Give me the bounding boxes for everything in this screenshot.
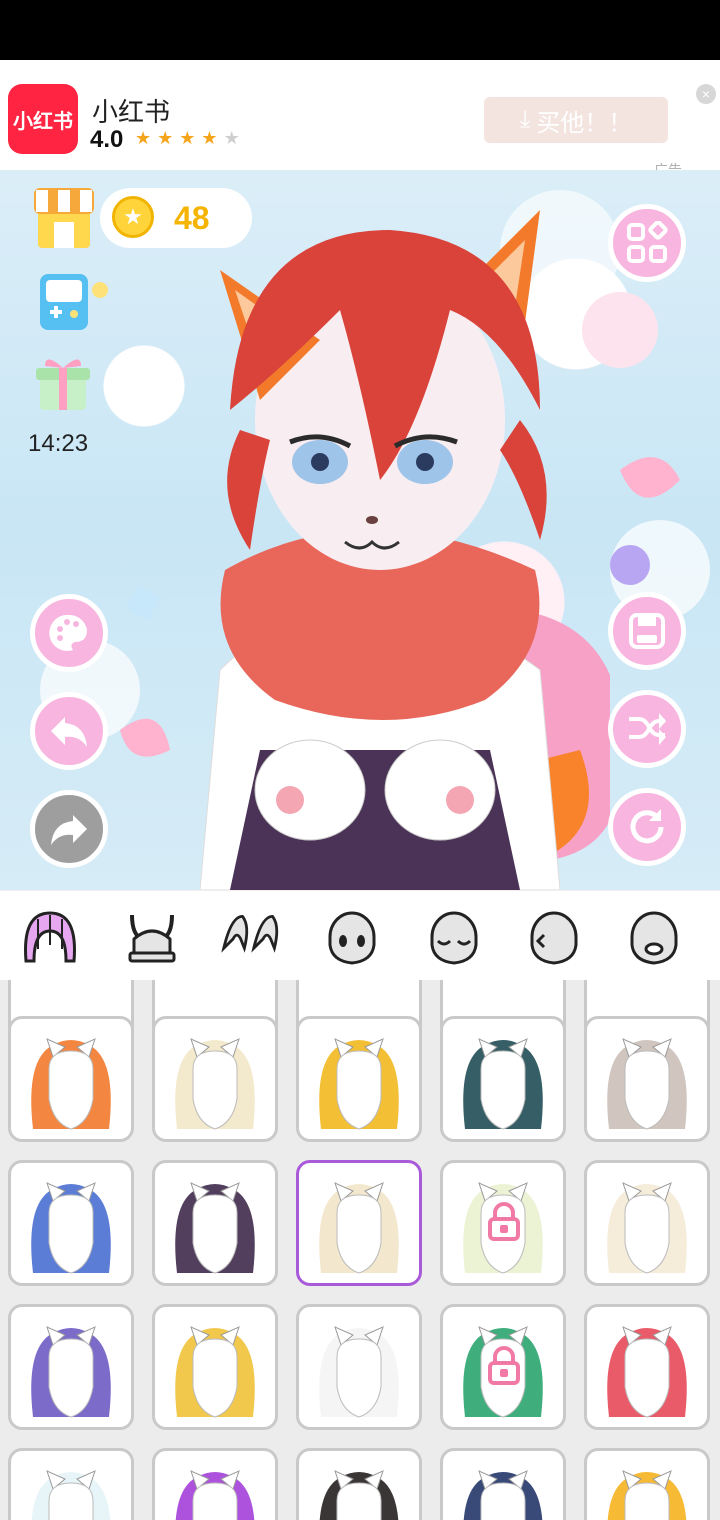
star-icon: ★ (135, 128, 158, 148)
status-bar (0, 0, 720, 60)
tab-face-icon[interactable] (322, 909, 382, 965)
download-icon: ⤓ (519, 106, 531, 133)
hair-item-hair-dark-purple[interactable] (152, 1160, 278, 1286)
category-tabs (0, 890, 720, 980)
hair-item-hair-golden-fringe[interactable] (584, 1448, 710, 1520)
shop-icon[interactable] (32, 184, 96, 250)
reset-button[interactable] (608, 788, 686, 866)
palette-icon (49, 614, 87, 651)
hair-preview-icon (175, 1182, 255, 1274)
ad-rating: 4.0 (90, 126, 124, 153)
grid-menu-icon (627, 221, 668, 263)
save-icon (629, 613, 665, 649)
ad-close-icon[interactable]: × (696, 84, 716, 104)
hair-item-hair-blonde-turban[interactable] (152, 1304, 278, 1430)
hair-preview-icon (463, 1470, 543, 1520)
undo-button[interactable] (30, 692, 108, 770)
star-icon: ★ (179, 128, 202, 148)
hair-preview-icon (31, 1326, 111, 1418)
hair-item-hair-purple-bun[interactable] (152, 1448, 278, 1520)
ad-app-name: 小红书 (92, 97, 171, 127)
reset-icon (630, 809, 664, 844)
hair-preview-icon (31, 1182, 111, 1274)
redo-icon (51, 815, 87, 845)
avatar-character (199, 210, 610, 890)
hair-preview-icon (607, 1182, 687, 1274)
hair-preview-icon (175, 1470, 255, 1520)
hair-preview-icon (175, 1326, 255, 1418)
tab-mouth-icon[interactable] (624, 909, 684, 965)
hair-item-hair-white-short[interactable] (296, 1304, 422, 1430)
game-console-icon[interactable] (38, 272, 110, 332)
hair-preview-icon (31, 1470, 111, 1520)
hair-item-hair-teal-tentacles[interactable] (440, 1016, 566, 1142)
hair-preview-icon (607, 1326, 687, 1418)
star-icon: ★ (223, 128, 246, 148)
hair-item-hair-blue-bandana[interactable] (8, 1160, 134, 1286)
avatar-stage: ★ 48 14:23 (0, 170, 720, 890)
star-icon: ★ (201, 128, 224, 148)
hair-item-hair-cream-messy[interactable] (296, 1160, 422, 1286)
hair-preview-icon (319, 1182, 399, 1274)
gift-timer: 14:23 (28, 430, 89, 457)
hair-item-hair-white-fluffy[interactable] (8, 1448, 134, 1520)
tab-ears-icon[interactable] (220, 909, 280, 965)
item-grid (0, 980, 720, 1520)
menu-button[interactable] (608, 204, 686, 282)
tab-horns-icon[interactable] (122, 909, 182, 965)
hair-item-hair-black-gold-headdress[interactable] (296, 1016, 422, 1142)
hair-preview-icon (175, 1038, 255, 1130)
save-button[interactable] (608, 592, 686, 670)
hair-item-hair-cream-curly[interactable] (584, 1160, 710, 1286)
redo-button[interactable] (30, 790, 108, 868)
hair-item-hair-black-bob[interactable] (296, 1448, 422, 1520)
hair-preview-icon (319, 1326, 399, 1418)
star-icon: ★ (157, 128, 180, 148)
ad-banner[interactable]: 小红书 小红书 4.0 ★★★★★ ⤓ 买他！！ × 广告 (0, 60, 720, 178)
ad-cta-button[interactable]: ⤓ 买他！！ (484, 97, 668, 143)
tab-hair-icon[interactable] (20, 909, 80, 965)
hair-item-hair-purple-spiky[interactable] (8, 1304, 134, 1430)
hair-preview-icon (319, 1038, 399, 1130)
hair-item-hair-mint-fluffy[interactable] (440, 1160, 566, 1286)
hair-item-hair-navy-spiky[interactable] (440, 1448, 566, 1520)
hair-preview-icon (463, 1038, 543, 1130)
lock-icon (488, 1346, 520, 1385)
hair-item-hair-orange-braids[interactable] (8, 1016, 134, 1142)
hair-preview-icon (607, 1470, 687, 1520)
hair-item-hair-red-spiky[interactable] (584, 1304, 710, 1430)
hair-item-hair-green-spiky[interactable] (440, 1304, 566, 1430)
hair-preview-icon (607, 1038, 687, 1130)
tab-face-closed-icon[interactable] (424, 909, 484, 965)
ad-app-logo[interactable]: 小红书 (8, 84, 78, 154)
shuffle-button[interactable] (608, 690, 686, 768)
hair-preview-icon (319, 1470, 399, 1520)
shuffle-icon (629, 713, 666, 745)
ad-star-rating: ★★★★★ (135, 128, 246, 149)
palette-button[interactable] (30, 594, 108, 672)
ad-cta-label: 买他！！ (536, 109, 633, 137)
hair-item-hair-grey-long[interactable] (584, 1016, 710, 1142)
lock-icon (488, 1202, 520, 1241)
gift-icon[interactable] (36, 354, 90, 414)
hair-item-hair-blonde-spiky[interactable] (152, 1016, 278, 1142)
tab-face-side-icon[interactable] (524, 909, 584, 965)
undo-icon (51, 717, 87, 747)
hair-preview-icon (31, 1038, 111, 1130)
